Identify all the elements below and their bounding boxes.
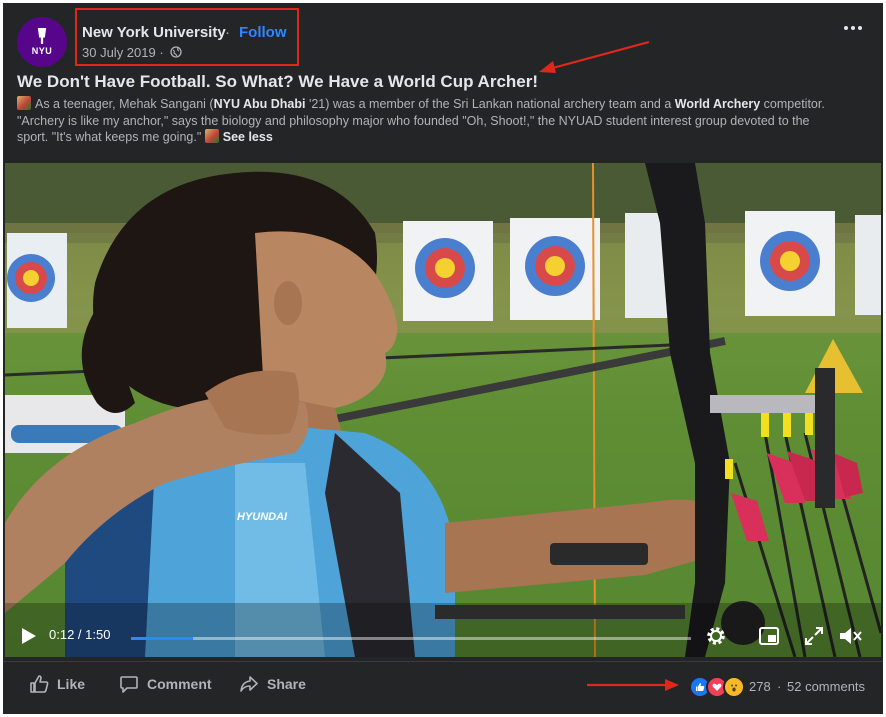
comment-count-link[interactable]: 52 comments <box>787 679 865 694</box>
like-button[interactable]: Like <box>29 674 85 694</box>
video-player[interactable]: HYUNDAI 0:12 / 1:50 <box>5 163 881 657</box>
play-icon[interactable] <box>21 627 37 645</box>
video-frame-archer <box>5 163 881 657</box>
mention-world-archery[interactable]: World Archery <box>675 97 760 111</box>
globe-icon <box>170 46 182 58</box>
video-progress-bar[interactable] <box>131 637 691 640</box>
comment-label: Comment <box>147 676 212 692</box>
annotation-arrow-reactions <box>587 679 679 691</box>
thumbs-up-icon <box>30 675 49 693</box>
settings-gear-icon[interactable] <box>705 625 727 647</box>
comment-button[interactable]: Comment <box>119 674 212 694</box>
nyu-torch-icon <box>37 28 47 44</box>
post-body-text: As a teenager, Mehak Sangani (NYU Abu Dh… <box>17 96 825 144</box>
follow-button[interactable]: Follow <box>239 24 287 41</box>
share-arrow-icon <box>240 676 258 692</box>
page-avatar[interactable]: NYU <box>17 17 67 67</box>
engagement-separator: · <box>777 679 782 694</box>
wow-reaction-icon <box>723 676 745 698</box>
page-name-link[interactable]: New York University <box>82 24 226 41</box>
like-label: Like <box>57 676 86 692</box>
post-divider <box>3 661 883 662</box>
share-label: Share <box>267 676 306 692</box>
facebook-post: NYU New York University · Follow 30 July… <box>3 3 883 714</box>
avatar-text: NYU <box>31 46 53 56</box>
picture-in-picture-icon[interactable] <box>759 627 779 645</box>
post-date[interactable]: 30 July 2019 · <box>82 45 164 60</box>
video-time: 0:12 / 1:50 <box>49 627 111 642</box>
share-button[interactable]: Share <box>239 674 306 694</box>
more-options-icon[interactable] <box>840 21 866 35</box>
reaction-icons[interactable] <box>689 676 745 698</box>
header-separator: · <box>225 24 230 41</box>
archery-arrow-emoji-icon <box>17 96 31 110</box>
volume-muted-icon[interactable] <box>839 626 863 646</box>
reaction-count[interactable]: 278 <box>749 679 771 694</box>
mention-nyu-abu-dhabi[interactable]: NYU Abu Dhabi <box>214 97 306 111</box>
comment-bubble-icon <box>120 676 138 693</box>
video-controls: 0:12 / 1:50 <box>5 617 881 657</box>
video-progress-fill <box>131 637 193 640</box>
post-headline: We Don't Have Football. So What? We Have… <box>17 72 539 91</box>
fullscreen-icon[interactable] <box>805 627 823 645</box>
annotation-arrow-headline <box>539 40 650 73</box>
see-less-link[interactable]: See less <box>223 130 273 144</box>
archery-arrow-emoji-icon-2 <box>204 129 219 143</box>
shirt-brand-logo: HYUNDAI <box>237 511 288 523</box>
